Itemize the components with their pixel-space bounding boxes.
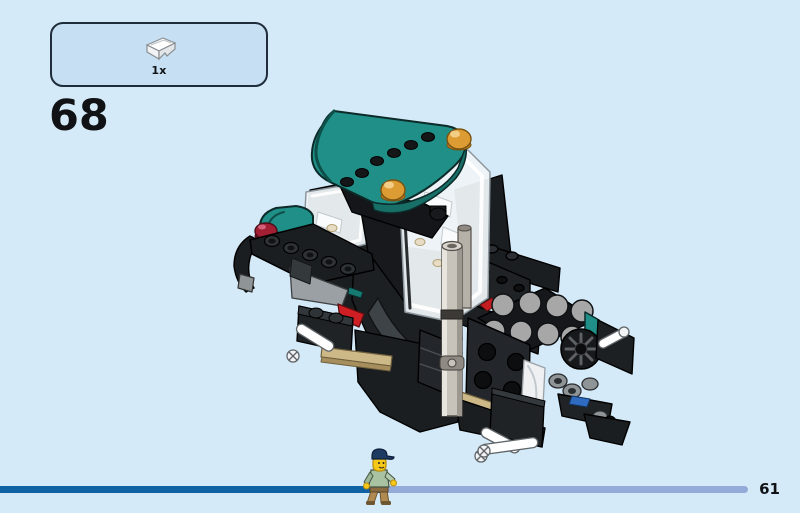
page-number: 61 [759, 480, 780, 498]
build-illustration [0, 0, 800, 513]
progress-bar-completed [0, 486, 387, 493]
minifig-cap [372, 449, 394, 459]
progress-minifigure [362, 446, 404, 506]
progress-bar-remaining [387, 486, 748, 493]
coupling-rings [549, 374, 598, 398]
fan-disc-icon [561, 329, 601, 369]
instruction-page: 1x 68 [0, 0, 800, 513]
